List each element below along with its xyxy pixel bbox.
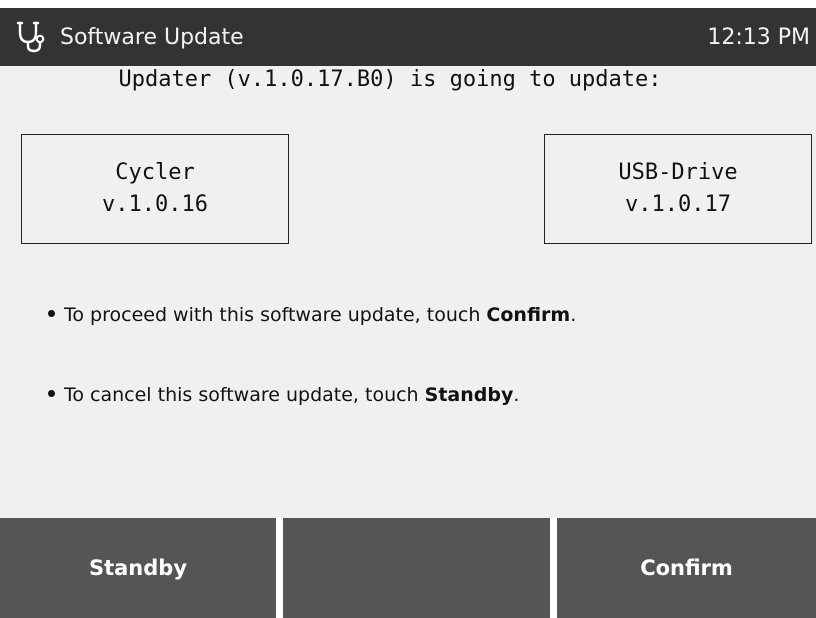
- new-component-version: v.1.0.17: [625, 192, 731, 217]
- instruction-text: To cancel this software update, touch: [64, 384, 425, 406]
- instruction-standby: To cancel this software update, touch St…: [48, 384, 519, 406]
- bullet-icon: [48, 390, 55, 397]
- confirm-button[interactable]: Confirm: [557, 518, 816, 618]
- middle-button[interactable]: [283, 518, 550, 618]
- clock: 12:13 PM: [707, 24, 810, 50]
- update-heading: Updater (v.1.0.17.B0) is going to update…: [118, 67, 662, 92]
- instruction-action: Standby: [424, 384, 514, 406]
- instruction-action: Confirm: [486, 304, 571, 326]
- instruction-confirm: To proceed with this software update, to…: [48, 304, 576, 326]
- current-component-version: v.1.0.16: [102, 192, 208, 217]
- screen-title: Software Update: [60, 24, 244, 50]
- stethoscope-icon: [14, 19, 50, 55]
- instruction-punctuation: .: [570, 304, 577, 326]
- new-version-box: USB-Drive v.1.0.17: [544, 134, 812, 244]
- title-bar: Software Update 12:13 PM: [0, 8, 816, 66]
- current-version-box: Cycler v.1.0.16: [21, 134, 289, 244]
- top-border: [0, 0, 816, 8]
- current-component-name: Cycler: [115, 160, 195, 185]
- standby-button[interactable]: Standby: [0, 518, 276, 618]
- instruction-punctuation: .: [513, 384, 520, 406]
- instruction-text: To proceed with this software update, to…: [64, 304, 487, 326]
- new-component-name: USB-Drive: [618, 160, 738, 185]
- bullet-icon: [48, 310, 55, 317]
